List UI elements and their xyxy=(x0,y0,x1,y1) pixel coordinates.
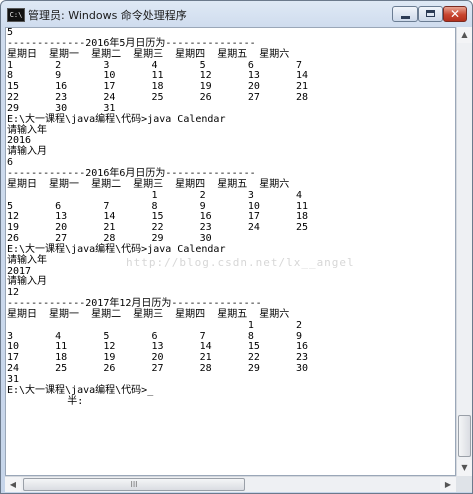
vertical-scrollbar[interactable]: ▲ ▼ xyxy=(456,27,472,476)
console-line: 请输入月 xyxy=(7,146,47,158)
close-button[interactable]: ✕ xyxy=(443,6,467,22)
scroll-down-icon[interactable]: ▼ xyxy=(457,460,472,476)
close-icon: ✕ xyxy=(449,7,461,21)
scroll-up-icon[interactable]: ▲ xyxy=(457,27,472,43)
horizontal-scroll-thumb[interactable]: III xyxy=(23,478,245,491)
console-line: 24 25 26 27 28 29 30 xyxy=(7,363,309,375)
vertical-scroll-thumb[interactable] xyxy=(458,415,471,457)
maximize-button[interactable] xyxy=(418,6,443,22)
scroll-left-icon[interactable]: ◀ xyxy=(5,477,21,492)
console-lines: 5 -------------2016年5月日历为--------------- 星… xyxy=(7,28,308,408)
console-output[interactable]: 5 -------------2016年5月日历为--------------- 星… xyxy=(5,27,456,476)
cmd-window: C:\ 管理员: Windows 命令处理程序 ✕ 5 -------------… xyxy=(0,0,473,494)
console-line: 1 2 xyxy=(7,319,303,331)
cmd-app-icon[interactable]: C:\ xyxy=(7,8,25,22)
console-line: 星期日 星期一 星期二 星期三 星期四 星期五 星期六 xyxy=(7,48,290,60)
console-line: 请输入年 xyxy=(7,124,47,136)
horizontal-scrollbar[interactable]: ◀ III ▶ xyxy=(5,476,456,492)
window-title: 管理员: Windows 命令处理程序 xyxy=(28,9,187,22)
minimize-button[interactable] xyxy=(392,6,418,22)
minimize-icon xyxy=(401,16,410,19)
console-line: 1 2 3 4 xyxy=(7,189,303,201)
console-line: E:\大一课程\java编程\代码>java Calendar xyxy=(7,113,226,125)
maximize-icon xyxy=(426,10,435,17)
console-line: 2016 xyxy=(7,135,32,147)
watermark-text: http://blog.csdn.net/lx__angel xyxy=(126,256,355,269)
console-line: 请输入月 xyxy=(7,276,47,288)
console-line: 半: xyxy=(7,395,84,407)
title-bar[interactable]: C:\ 管理员: Windows 命令处理程序 ✕ xyxy=(1,1,472,27)
scroll-right-icon[interactable]: ▶ xyxy=(440,477,456,492)
resize-grip[interactable] xyxy=(456,476,472,492)
console-line: E:\大一课程\java编程\代码>java Calendar xyxy=(7,243,226,255)
